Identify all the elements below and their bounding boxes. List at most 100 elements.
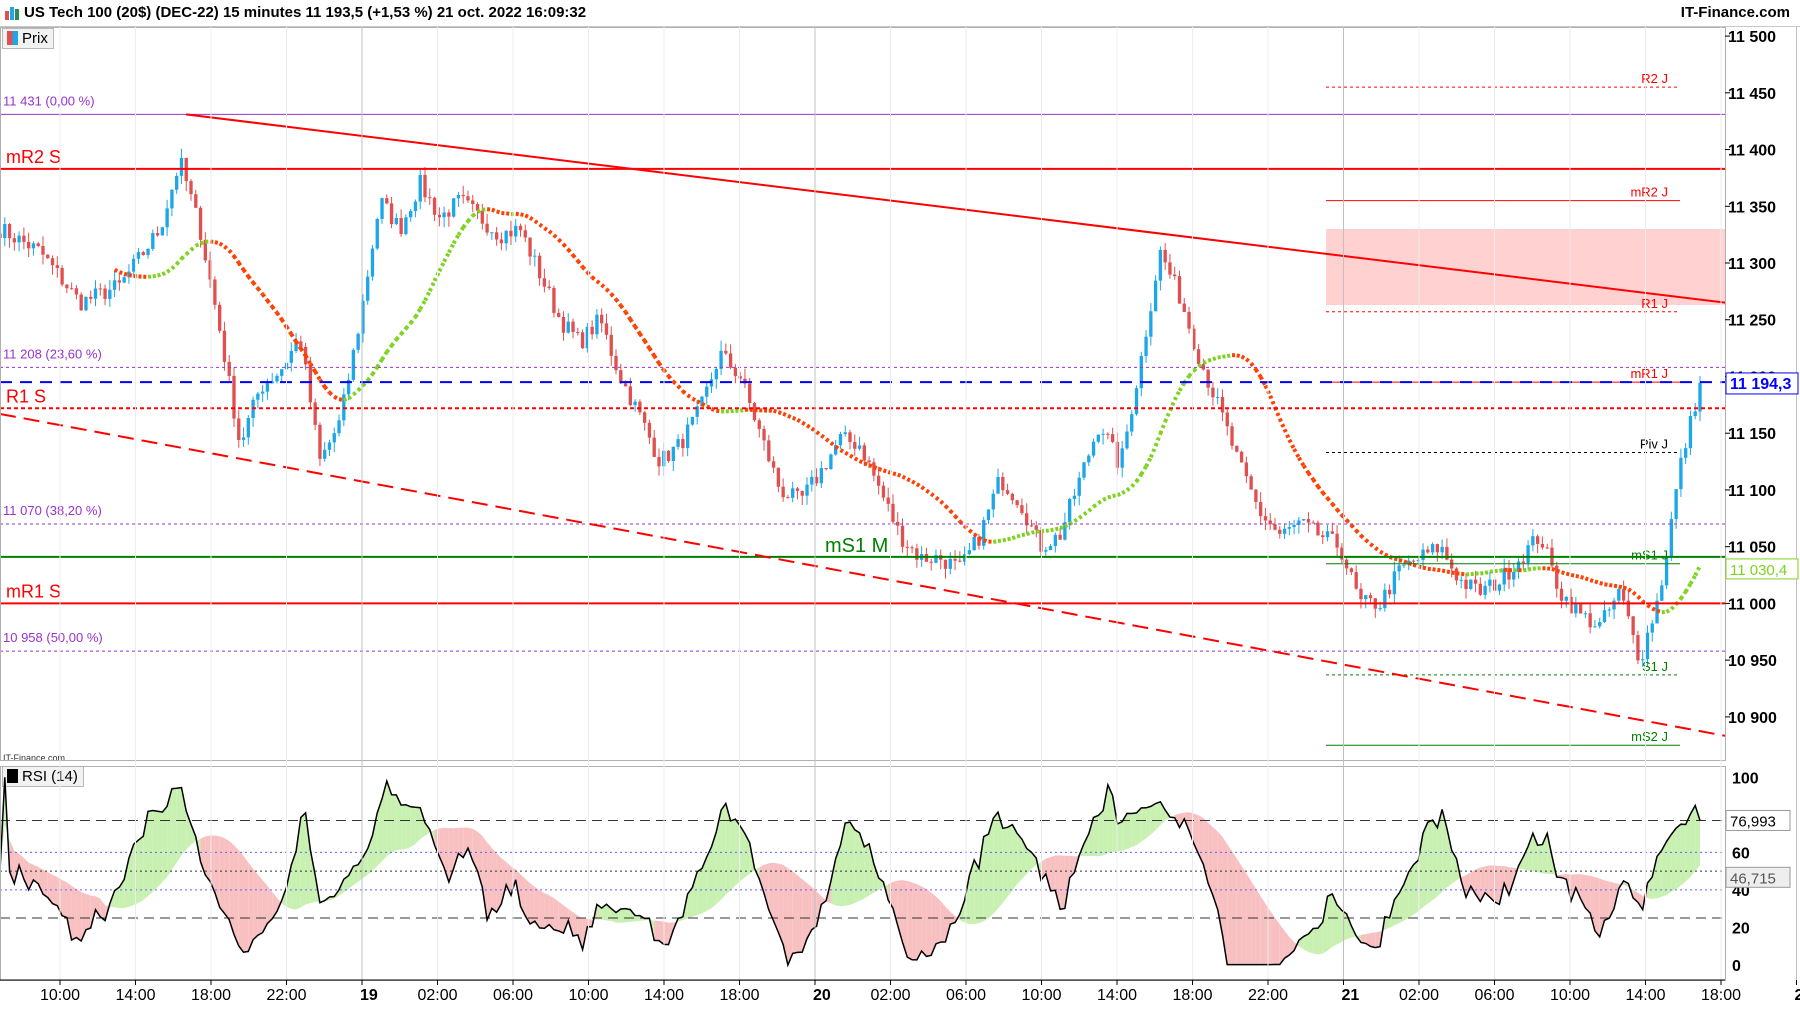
candle-body	[1249, 476, 1253, 490]
candle-body	[786, 497, 790, 499]
ma-segment	[413, 308, 422, 318]
candle-body	[437, 214, 441, 218]
ma-segment	[1054, 526, 1061, 532]
candle-body	[676, 439, 680, 447]
rsi-fill-band	[1155, 801, 1161, 831]
ma-segment	[667, 374, 675, 383]
rsi-fill-band	[496, 853, 502, 913]
ma-segment	[676, 384, 685, 393]
rsi-fill-band	[1050, 855, 1056, 891]
ma-segment	[1139, 465, 1148, 476]
ma-segment	[1311, 478, 1320, 488]
candle-body	[1607, 609, 1611, 611]
ma-segment	[1149, 445, 1158, 459]
candle-body	[1091, 441, 1096, 456]
candle-body	[609, 334, 613, 356]
ma-segment	[366, 373, 375, 382]
rsi-fill-band	[1002, 827, 1008, 903]
candle-body	[876, 475, 881, 486]
candle-body	[1421, 549, 1425, 561]
candle-body	[3, 224, 7, 239]
ma-segment	[963, 524, 971, 532]
candle-body	[490, 232, 494, 234]
rsi-fill-band	[458, 827, 464, 858]
rsi-fill-band	[635, 915, 640, 922]
ma-segment	[873, 465, 880, 471]
candle-body	[738, 376, 742, 379]
rsi-fill-band	[625, 908, 631, 923]
ma-segment	[1245, 357, 1253, 365]
candle-body	[1598, 622, 1602, 627]
candle-body	[1053, 534, 1058, 547]
rsi-tick-label: 100	[1732, 770, 1759, 787]
candle-body	[838, 434, 843, 446]
rsi-fill-band	[171, 788, 177, 870]
ma-segment	[642, 339, 652, 350]
chart-canvas[interactable]: R2 J11 431 (0,00 %)mR2 SmR2 JR1 J11 208 …	[0, 27, 1800, 1013]
ma-segment	[590, 275, 599, 283]
candle-body	[1478, 583, 1483, 595]
candle-body	[633, 401, 637, 406]
ma-segment	[495, 209, 503, 215]
rsi-fill-band	[267, 885, 273, 924]
x-tick-label: 06:00	[493, 987, 533, 1004]
ma-segment	[1561, 570, 1567, 576]
ma-segment	[1316, 485, 1325, 494]
candle-body	[50, 258, 55, 266]
candle-body	[232, 375, 236, 419]
ma-segment	[538, 222, 546, 230]
candle-body	[1636, 635, 1640, 661]
ma-segment	[805, 423, 813, 431]
x-tick-label: 18:00	[1701, 987, 1741, 1004]
ma-segment	[1374, 546, 1382, 554]
level-label: mR2 S	[6, 147, 61, 167]
candle-body	[795, 488, 800, 491]
candle-body	[456, 194, 461, 199]
candle-body	[327, 442, 332, 450]
rsi-fill-band	[1150, 803, 1156, 835]
ma-segment	[1570, 572, 1577, 578]
rsi-fill-band	[730, 819, 736, 891]
ma-segment	[113, 267, 121, 274]
rsi-tick-label: 0	[1732, 958, 1741, 975]
candle-body	[1058, 534, 1062, 540]
candle-body	[1110, 434, 1115, 442]
ma-segment	[623, 310, 633, 321]
candle-body	[461, 194, 465, 197]
ma-segment	[1249, 362, 1258, 371]
candle-body	[1631, 616, 1635, 636]
rsi-panel[interactable]	[0, 777, 1725, 968]
candle-body	[886, 497, 890, 504]
candle-body	[22, 235, 26, 242]
candle-body	[1660, 585, 1664, 601]
candle-body	[179, 157, 184, 176]
ma-segment	[1217, 354, 1223, 360]
ma-segment	[1412, 562, 1419, 569]
price-tick-label: 11 400	[1728, 143, 1776, 160]
ma-segment	[399, 327, 408, 336]
price-panel[interactable]: R2 J11 431 (0,00 %)mR2 SmR2 JR1 J11 208 …	[0, 71, 1800, 750]
ma-segment	[576, 259, 585, 269]
rsi-fill-band	[1322, 896, 1328, 954]
x-tick-label: 21	[1342, 987, 1360, 1004]
candle-body	[910, 547, 914, 549]
ma-segment	[1523, 567, 1529, 573]
rsi-fill-band	[1255, 888, 1261, 965]
candle-body	[690, 416, 695, 425]
ma-segment	[442, 251, 451, 263]
ma-segment	[280, 318, 289, 328]
ma-segment	[848, 453, 856, 461]
ma-segment	[1297, 456, 1306, 467]
rsi-fill-band	[1141, 807, 1147, 842]
price-tick-label: 11 450	[1728, 86, 1776, 103]
ma-segment	[528, 216, 536, 223]
candle-body	[862, 445, 866, 461]
ma-segment	[953, 514, 962, 523]
ma-segment	[1335, 508, 1344, 517]
ma-segment	[1212, 355, 1219, 362]
candle-body	[724, 350, 728, 354]
ma-segment	[1158, 420, 1168, 435]
candle-body	[1349, 568, 1354, 573]
candle-body	[537, 255, 542, 279]
ma-segment	[1077, 512, 1086, 520]
